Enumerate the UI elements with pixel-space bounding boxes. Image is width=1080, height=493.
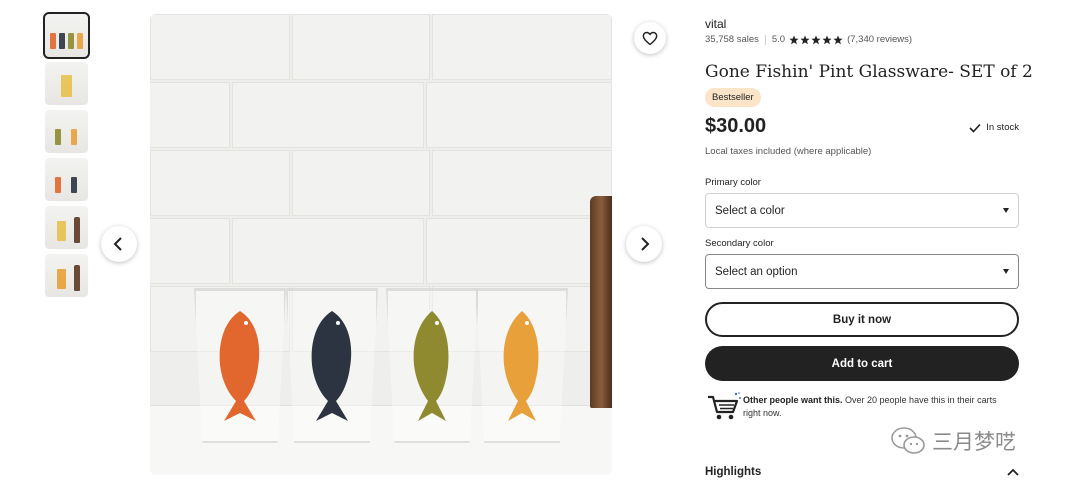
secondary-color-label: Secondary color (705, 238, 774, 249)
reviews-link[interactable]: (7,340 reviews) (847, 34, 912, 45)
check-icon (969, 123, 981, 133)
bottle (590, 196, 612, 408)
buy-now-button[interactable]: Buy it now (705, 302, 1019, 337)
pint-glass-olive (386, 288, 478, 443)
rating-value: 5.0 (771, 34, 786, 45)
thumbnail-3[interactable] (45, 110, 88, 153)
divider (764, 34, 766, 45)
star-icon (789, 35, 799, 44)
highlights-toggle[interactable]: Highlights (705, 466, 1019, 478)
product-title: Gone Fishin' Pint Glassware- SET of 2 (705, 62, 1033, 82)
shop-name[interactable]: vital (705, 17, 726, 31)
caret-down-icon (1003, 269, 1009, 274)
thumbnail-2[interactable] (45, 62, 88, 105)
primary-color-select[interactable]: Select a color (705, 193, 1019, 228)
previous-image-button[interactable] (101, 226, 137, 262)
rating-stars (789, 35, 844, 45)
star-icon (833, 35, 843, 44)
demand-notice-text: Other people want this. Over 20 people h… (743, 391, 1005, 423)
pint-glass-black (286, 288, 378, 443)
sales-count: 35,758 sales (705, 34, 759, 45)
product-image (150, 14, 612, 475)
star-icon (800, 35, 810, 44)
bestseller-badge: Bestseller (705, 88, 761, 107)
thumbnail-strip (43, 12, 90, 302)
watermark-text: 三月梦呓 (932, 431, 1016, 454)
highlights-label: Highlights (705, 466, 762, 478)
chevron-right-icon (641, 237, 650, 251)
demand-notice: Other people want this. Over 20 people h… (705, 391, 1019, 423)
sales-rating-row: 35,758 sales 5.0 (7,340 reviews) (705, 34, 912, 45)
caret-down-icon (1003, 208, 1009, 213)
tax-note: Local taxes included (where applicable) (705, 146, 872, 157)
thumbnail-5[interactable] (45, 206, 88, 249)
star-icon (811, 35, 821, 44)
primary-color-label: Primary color (705, 177, 761, 188)
thumbnail-6[interactable] (45, 254, 88, 297)
wechat-icon (891, 427, 925, 454)
pint-glass-amber (476, 288, 568, 443)
secondary-color-value: Select an option (715, 265, 798, 278)
next-image-button[interactable] (626, 226, 662, 262)
price: $30.00 (705, 115, 767, 137)
chevron-up-icon (1007, 468, 1019, 476)
stock-label: In stock (986, 122, 1019, 133)
demand-notice-bold: Other people want this. (743, 395, 843, 405)
secondary-color-select[interactable]: Select an option (705, 254, 1019, 289)
primary-color-value: Select a color (715, 204, 785, 217)
thumbnail-1[interactable] (43, 12, 90, 59)
watermark: 三月梦呓 (890, 426, 1016, 456)
pint-glass-orange (194, 288, 286, 443)
cart-icon (708, 392, 741, 420)
chevron-left-icon (113, 237, 122, 251)
thumbnail-4[interactable] (45, 158, 88, 201)
favorite-button[interactable] (634, 22, 666, 54)
star-icon (822, 35, 832, 44)
heart-icon (642, 31, 658, 45)
stock-status: In stock (969, 122, 1019, 133)
add-to-cart-button[interactable]: Add to cart (705, 346, 1019, 381)
